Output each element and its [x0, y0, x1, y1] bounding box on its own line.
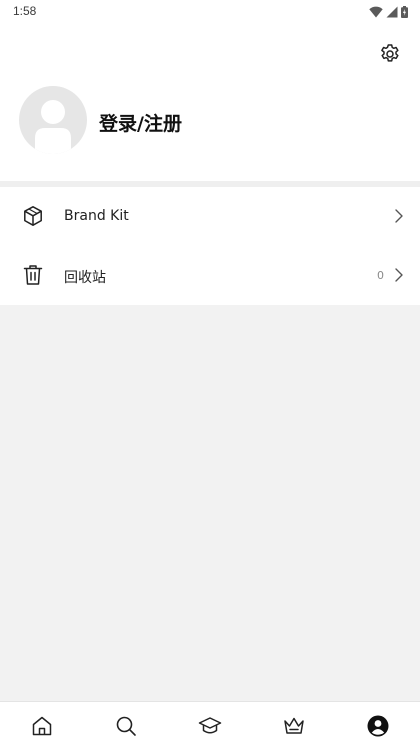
gear-icon — [381, 44, 399, 62]
home-icon — [32, 716, 52, 736]
nav-item-search[interactable] — [114, 714, 138, 738]
avatar[interactable] — [19, 86, 87, 154]
nav-item-learn[interactable] — [198, 714, 222, 738]
default-user-avatar-icon — [35, 100, 71, 154]
menu-item-recycle-bin[interactable]: 回收站 0 — [0, 246, 420, 305]
menu-item-label: 回收站 — [64, 270, 106, 286]
login-register-link[interactable]: 登录/注册 — [99, 109, 182, 136]
wifi-icon — [369, 6, 383, 18]
search-icon — [116, 716, 136, 736]
settings-button[interactable] — [378, 42, 402, 66]
crown-icon — [284, 717, 304, 734]
menu-item-label: Brand Kit — [64, 208, 129, 224]
menu-list: Brand Kit 回收站 0 — [0, 187, 420, 305]
bottom-nav — [0, 701, 420, 748]
nav-item-profile[interactable] — [366, 714, 390, 738]
status-bar: 1:58 — [0, 0, 420, 24]
nav-item-home[interactable] — [30, 714, 54, 738]
graduation-cap-icon — [198, 717, 222, 734]
status-icons — [369, 5, 408, 19]
menu-item-brand-kit[interactable]: Brand Kit — [0, 187, 420, 246]
chevron-right-icon — [395, 209, 403, 223]
battery-icon — [401, 6, 408, 18]
chevron-right-icon — [395, 268, 403, 282]
cellular-signal-icon — [386, 6, 398, 18]
nav-item-premium[interactable] — [282, 714, 306, 738]
package-box-icon — [24, 206, 42, 226]
profile-icon — [367, 715, 389, 737]
trash-icon — [23, 265, 43, 285]
status-time: 1:58 — [13, 4, 37, 18]
content-area — [0, 305, 420, 701]
item-count: 0 — [377, 269, 384, 282]
